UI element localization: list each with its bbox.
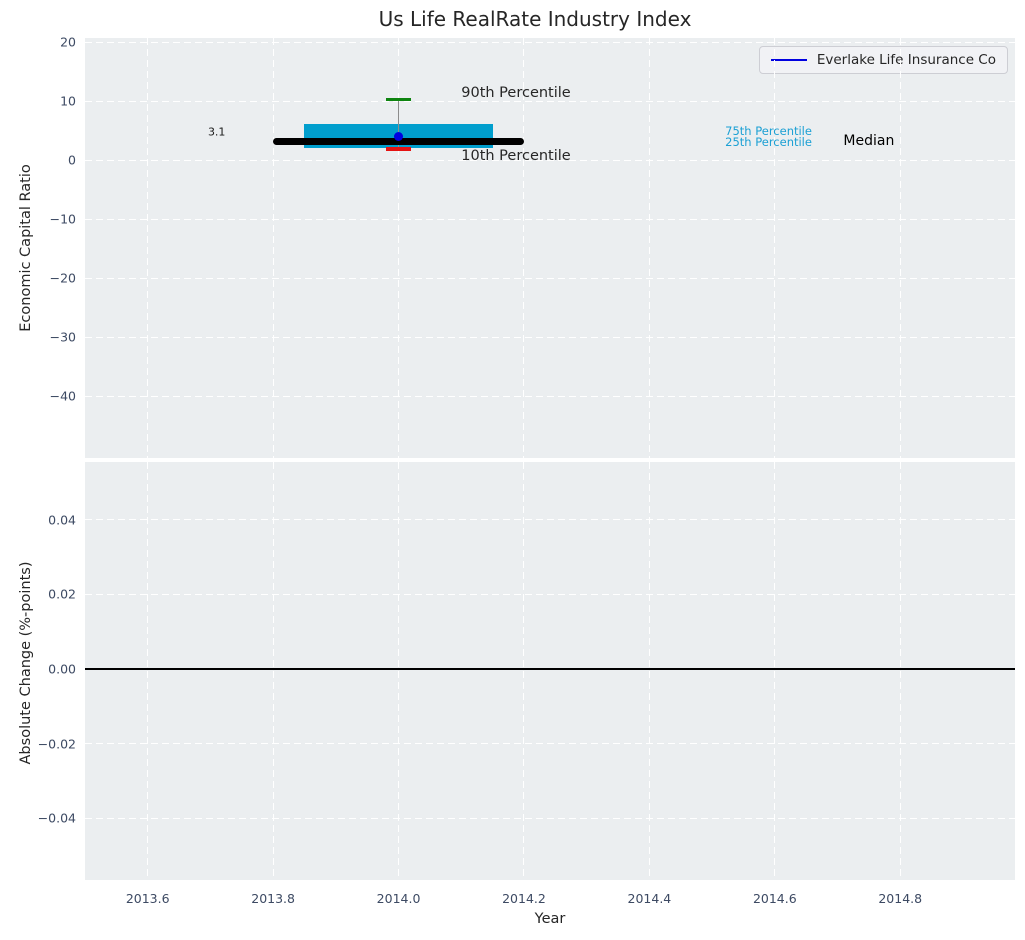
p10-cap	[386, 147, 412, 151]
y-tick-label: 0.00	[48, 661, 76, 677]
x-axis-label: Year	[534, 911, 566, 927]
annotation-p90-label: 90th Percentile	[461, 84, 571, 101]
y-tick-label: 0.02	[48, 586, 76, 602]
gridline-horizontal	[85, 395, 1015, 397]
company-point	[394, 131, 404, 141]
legend: Everlake Life Insurance Co	[758, 46, 1008, 74]
figure: Us Life RealRate Industry Index Economic…	[0, 0, 1025, 940]
x-tick-label: 2014.6	[752, 891, 797, 906]
gridline-horizontal	[85, 519, 1015, 521]
x-tick-label: 2014.0	[376, 891, 421, 906]
y-tick-label: −20	[49, 270, 76, 286]
gridline-horizontal	[85, 817, 1015, 819]
gridline-horizontal	[85, 593, 1015, 595]
y-tick-label: −0.04	[37, 810, 76, 826]
top-plot-area: Everlake Life Insurance Co 3.1 90th Perce…	[85, 38, 1015, 458]
y-tick-label: −10	[49, 211, 76, 227]
gridline-horizontal	[85, 41, 1015, 43]
legend-label: Everlake Life Insurance Co	[816, 52, 996, 68]
x-tick-label: 2014.8	[878, 891, 923, 906]
annotation-p10-label: 10th Percentile	[461, 148, 571, 165]
zero-change-line	[85, 668, 1015, 671]
gridline-horizontal	[85, 277, 1015, 279]
gridline-horizontal	[85, 218, 1015, 220]
x-tick-label: 2013.6	[125, 891, 170, 906]
bottom-plot-area	[85, 462, 1015, 880]
annotation-p25-label: 25th Percentile	[725, 135, 812, 150]
y-axis-label-top: Economic Capital Ratio	[18, 164, 34, 332]
y-tick-label: −0.02	[37, 736, 76, 752]
y-tick-label: −40	[49, 388, 76, 404]
gridline-horizontal	[85, 336, 1015, 338]
gridline-horizontal	[85, 743, 1015, 745]
y-tick-label: 0.04	[48, 512, 76, 528]
gridline-horizontal	[85, 100, 1015, 102]
annotation-median-label: Median	[843, 133, 895, 150]
y-tick-label: 10	[60, 93, 76, 109]
y-tick-label: 0	[68, 152, 76, 168]
legend-line-swatch	[770, 58, 807, 62]
x-tick-label: 2014.2	[502, 891, 546, 906]
x-tick-label: 2014.4	[627, 891, 672, 906]
chart-title: Us Life RealRate Industry Index	[378, 7, 692, 31]
annotation-company-value-label: 3.1	[207, 125, 226, 139]
y-tick-label: 20	[60, 34, 76, 50]
x-tick-label: 2013.8	[251, 891, 295, 906]
p90-cap	[386, 97, 412, 102]
y-tick-label: −30	[49, 329, 76, 345]
